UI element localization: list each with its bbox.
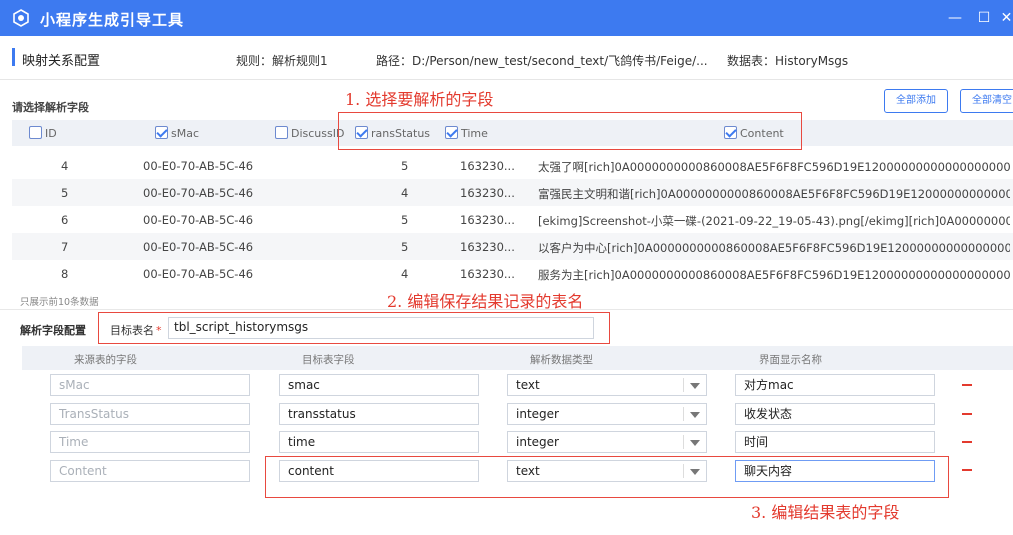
type-select-value: integer: [516, 435, 559, 449]
type-select-value: integer: [516, 407, 559, 421]
table-text: 数据表：HistoryMsgs: [727, 54, 849, 68]
cell-status: 4: [401, 186, 409, 200]
cell-id: 5: [61, 186, 69, 200]
cell-status: 4: [401, 267, 409, 281]
cell-content: [ekimg]Screenshot-小菜一碟-(2021-09-22_19-05…: [538, 214, 1010, 228]
column-smac[interactable]: sMac: [155, 126, 199, 140]
source-field-input[interactable]: Content: [50, 460, 250, 482]
config-label: 解析字段配置: [20, 324, 86, 337]
chevron-down-icon[interactable]: [690, 440, 700, 446]
cell-status: 5: [401, 159, 409, 173]
mapping-header-source: 来源表的字段: [74, 354, 137, 366]
display-name-input[interactable]: 对方mac: [735, 374, 935, 396]
table-row: 4 00-E0-70-AB-5C-46 5 163230... 太强了啊[ric…: [12, 152, 1013, 179]
cell-content: 服务为主[rich]0A0000000000860008AE5F6F8FC596…: [538, 268, 1010, 282]
cell-mac: 00-E0-70-AB-5C-46: [143, 159, 254, 173]
cell-mac: 00-E0-70-AB-5C-46: [143, 186, 254, 200]
target-field-input[interactable]: transstatus: [279, 403, 479, 425]
column-id[interactable]: ID: [29, 126, 57, 140]
preview-note: 只展示前10条数据: [20, 297, 99, 308]
cell-time: 163230...: [460, 159, 515, 173]
remove-row-icon[interactable]: [962, 384, 972, 386]
cell-id: 6: [61, 213, 69, 227]
section-accent: [12, 48, 15, 66]
checkbox-smac[interactable]: [155, 126, 168, 139]
type-select-value: text: [516, 378, 540, 392]
divider: [0, 309, 1013, 310]
column-discussid[interactable]: DiscussID: [275, 126, 344, 140]
target-field-input[interactable]: smac: [279, 374, 479, 396]
type-select[interactable]: integer: [507, 403, 707, 425]
clear-all-button[interactable]: 全部清空: [960, 89, 1013, 113]
cell-id: 8: [61, 267, 69, 281]
highlight-box-fields: [338, 112, 802, 150]
annotation-step-3: 3. 编辑结果表的字段: [751, 503, 900, 522]
annotation-step-1: 1. 选择要解析的字段: [345, 90, 494, 109]
remove-row-icon[interactable]: [962, 413, 972, 415]
cell-time: 163230...: [460, 186, 515, 200]
highlight-box-table-name: [98, 312, 610, 344]
table-row: 6 00-E0-70-AB-5C-46 5 163230... [ekimg]S…: [12, 206, 1013, 233]
display-name-input[interactable]: 时间: [735, 431, 935, 453]
mapping-header-row: 来源表的字段 目标表字段 解析数据类型 界面显示名称: [22, 346, 1013, 370]
remove-row-icon[interactable]: [962, 441, 972, 443]
target-field-input[interactable]: time: [279, 431, 479, 453]
checkbox-id[interactable]: [29, 126, 42, 139]
close-button[interactable]: ✕: [1000, 8, 1013, 28]
remove-row-icon[interactable]: [962, 469, 972, 471]
cell-time: 163230...: [460, 267, 515, 281]
select-separator: [683, 435, 684, 449]
select-separator: [683, 378, 684, 392]
app-logo-icon: [13, 9, 29, 27]
table-row: 8 00-E0-70-AB-5C-46 4 163230... 服务为主[ric…: [12, 260, 1013, 287]
checkbox-discussid[interactable]: [275, 126, 288, 139]
table-row: 7 00-E0-70-AB-5C-46 5 163230... 以客户为中心[r…: [12, 233, 1013, 260]
source-field-input[interactable]: sMac: [50, 374, 250, 396]
section-title: 映射关系配置: [22, 54, 101, 69]
path-text: 路径：D:/Person/new_test/second_text/飞鸽传书/F…: [376, 54, 708, 68]
table-row: 5 00-E0-70-AB-5C-46 4 163230... 富强民主文明和谐…: [12, 179, 1013, 206]
info-bar: 映射关系配置 规则：解析规则1 路径：D:/Person/new_test/se…: [0, 36, 1013, 80]
column-discussid-label: DiscussID: [291, 127, 345, 140]
add-all-button[interactable]: 全部添加: [884, 89, 948, 113]
title-bar: 小程序生成引导工具 — ☐ ✕: [0, 0, 1013, 36]
cell-content: 太强了啊[rich]0A0000000000860008AE5F6F8FC596…: [538, 160, 1010, 174]
cell-id: 4: [61, 159, 69, 173]
cell-time: 163230...: [460, 213, 515, 227]
cell-mac: 00-E0-70-AB-5C-46: [143, 213, 254, 227]
rule-text: 规则：解析规则1: [236, 54, 328, 68]
column-smac-label: sMac: [171, 127, 200, 140]
chevron-down-icon[interactable]: [690, 412, 700, 418]
mapping-header-type: 解析数据类型: [530, 354, 593, 366]
choose-fields-label: 请选择解析字段: [12, 101, 89, 114]
display-name-input[interactable]: 收发状态: [735, 403, 935, 425]
source-field-input[interactable]: Time: [50, 431, 250, 453]
cell-mac: 00-E0-70-AB-5C-46: [143, 240, 254, 254]
highlight-box-result-fields: [265, 456, 949, 498]
cell-status: 5: [401, 240, 409, 254]
cell-status: 5: [401, 213, 409, 227]
mapping-header-target: 目标表字段: [302, 354, 355, 366]
cell-mac: 00-E0-70-AB-5C-46: [143, 267, 254, 281]
mapping-header-display: 界面显示名称: [759, 354, 822, 366]
window-title: 小程序生成引导工具: [40, 11, 185, 29]
source-field-input[interactable]: TransStatus: [50, 403, 250, 425]
cell-id: 7: [61, 240, 69, 254]
cell-content: 富强民主文明和谐[rich]0A0000000000860008AE5F6F8F…: [538, 187, 1010, 201]
cell-content: 以客户为中心[rich]0A0000000000860008AE5F6F8FC5…: [538, 241, 1010, 255]
type-select[interactable]: text: [507, 374, 707, 396]
minimize-button[interactable]: —: [945, 8, 965, 28]
select-separator: [683, 407, 684, 421]
maximize-button[interactable]: ☐: [974, 8, 994, 28]
chevron-down-icon[interactable]: [690, 383, 700, 389]
cell-time: 163230...: [460, 240, 515, 254]
column-id-label: ID: [45, 127, 57, 140]
type-select[interactable]: integer: [507, 431, 707, 453]
